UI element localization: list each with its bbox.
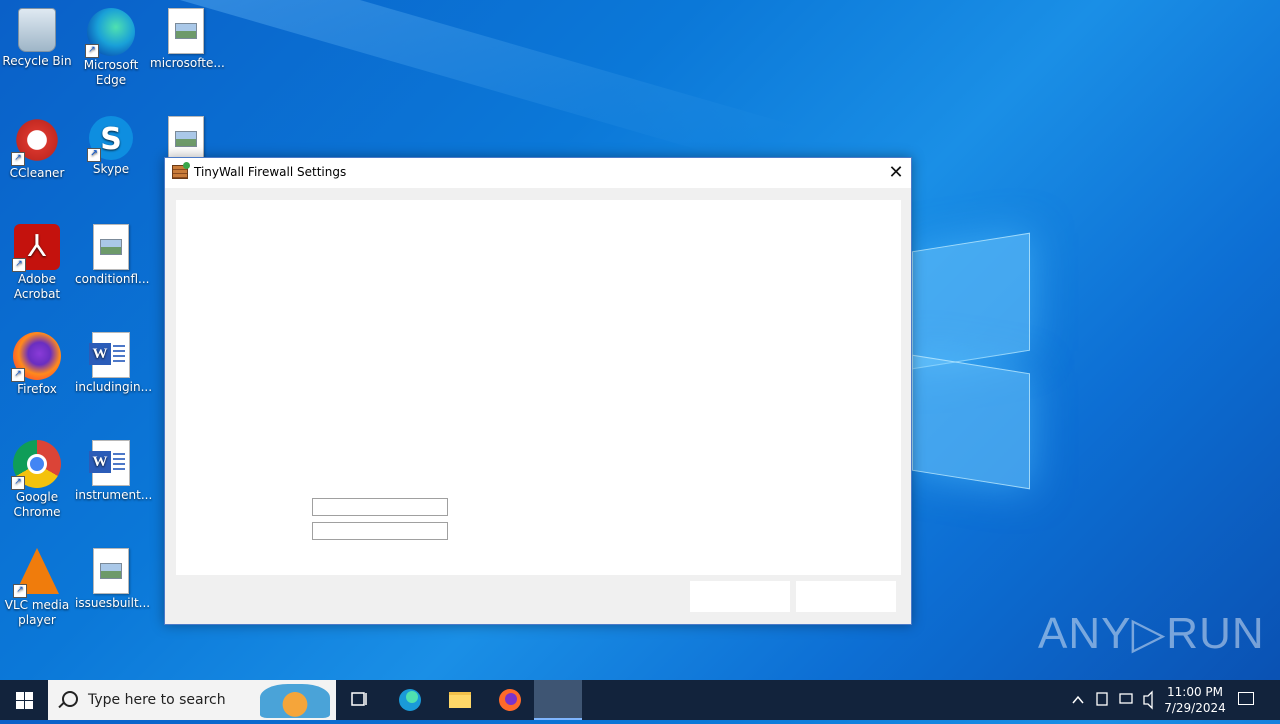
network-icon — [1119, 693, 1133, 704]
taskbar-edge-button[interactable] — [386, 680, 434, 720]
taskbar-search-box[interactable]: Type here to search — [48, 680, 336, 720]
clock-time: 11:00 PM — [1167, 685, 1223, 699]
image-file-icon — [168, 116, 204, 162]
ccleaner-icon: ↗ — [11, 116, 61, 166]
image-file-icon — [93, 548, 129, 594]
desktop-icon-label: Google Chrome — [13, 490, 61, 519]
tinywall-settings-window[interactable]: TinyWall Firewall Settings ✕ — [164, 157, 912, 625]
task-view-icon — [351, 692, 367, 706]
desktop-icon-label: CCleaner — [9, 166, 65, 180]
desktop-icon-label: Recycle Bin — [2, 54, 72, 68]
close-button[interactable]: ✕ — [881, 158, 911, 188]
desktop-icon-label: includingin... — [75, 380, 153, 394]
desktop-icon-label: Adobe Acrobat — [13, 272, 61, 301]
wallpaper-logo-pane — [912, 354, 1030, 490]
edge-icon: ↗ — [85, 8, 135, 58]
image-file-icon — [168, 8, 204, 54]
desktop-icon-skype[interactable]: S ↗ Skype — [75, 116, 147, 177]
folder-icon — [449, 692, 471, 708]
desktop-icon-recycle-bin[interactable]: Recycle Bin — [1, 8, 73, 69]
taskbar: Type here to search 11:00 PM 7/29/2024 — [0, 680, 1280, 720]
taskbar-clock[interactable]: 11:00 PM 7/29/2024 — [1160, 684, 1230, 716]
start-button[interactable] — [0, 680, 48, 720]
firefox-icon: ↗ — [11, 332, 61, 382]
desktop-icon-edge[interactable]: ↗ Microsoft Edge — [75, 8, 147, 88]
word-document-icon: W — [89, 332, 130, 378]
desktop-icon-chrome[interactable]: ↗ Google Chrome — [1, 440, 73, 520]
volume-icon — [1143, 690, 1153, 710]
image-file-icon — [93, 224, 129, 270]
chrome-icon: ↗ — [11, 440, 61, 490]
cancel-button[interactable] — [796, 581, 896, 612]
desktop-icon-word-doc[interactable]: W includingin... — [75, 332, 152, 395]
window-title: TinyWall Firewall Settings — [194, 165, 347, 179]
desktop-icon-label: Firefox — [17, 382, 57, 396]
search-highlight-image — [260, 684, 330, 718]
wallpaper-logo-pane — [912, 232, 1030, 370]
show-hidden-icons-chevron-icon — [1072, 695, 1084, 704]
settings-text-field[interactable] — [312, 522, 448, 540]
settings-content-panel — [176, 200, 901, 575]
edge-icon — [399, 689, 421, 711]
anyrun-watermark: ANY▷RUN — [1038, 609, 1265, 658]
taskbar-firefox-button[interactable] — [486, 680, 534, 720]
acrobat-icon: ⅄ ↗ — [12, 224, 60, 272]
skype-icon: S ↗ — [87, 116, 133, 162]
taskbar-active-app-button[interactable] — [534, 680, 582, 720]
desktop-icon-file[interactable]: microsofte... — [150, 8, 225, 71]
desktop-icon-label: conditionfl... — [75, 272, 150, 286]
desktop-icon-label: instrument... — [75, 488, 153, 502]
search-icon — [62, 691, 78, 707]
desktop-icon-label: issuesbuilt... — [75, 596, 151, 610]
desktop-icon-vlc[interactable]: ↗ VLC media player — [1, 548, 73, 628]
search-placeholder: Type here to search — [88, 692, 226, 708]
desktop-icon-file[interactable]: issuesbuilt... — [75, 548, 151, 611]
desktop-icon-ccleaner[interactable]: ↗ CCleaner — [1, 116, 73, 181]
windows-logo-icon — [16, 692, 24, 700]
desktop-icon-label: Skype — [92, 162, 130, 176]
clock-date: 7/29/2024 — [1164, 701, 1226, 715]
window-titlebar[interactable]: TinyWall Firewall Settings ✕ — [165, 158, 911, 188]
notification-center-icon[interactable] — [1238, 692, 1254, 705]
desktop-icon-file[interactable]: conditionfl... — [75, 224, 150, 287]
desktop-icon-word-doc[interactable]: W instrument... — [75, 440, 152, 503]
desktop-icon-label: microsofte... — [150, 56, 225, 70]
ok-button[interactable] — [690, 581, 790, 612]
task-view-button[interactable] — [336, 680, 384, 720]
desktop-icon-label: VLC media player — [4, 598, 70, 627]
system-tray — [1072, 690, 1153, 710]
recycle-bin-icon — [18, 8, 56, 52]
meet-now-icon — [1096, 692, 1108, 706]
taskbar-file-explorer-button[interactable] — [436, 680, 484, 720]
desktop-icon-label: Microsoft Edge — [83, 58, 139, 87]
tinywall-firewall-icon — [172, 162, 190, 179]
firefox-icon — [499, 689, 521, 711]
desktop-icon-acrobat[interactable]: ⅄ ↗ Adobe Acrobat — [1, 224, 73, 302]
desktop-icon-firefox[interactable]: ↗ Firefox — [1, 332, 73, 397]
word-document-icon: W — [89, 440, 130, 486]
settings-text-field[interactable] — [312, 498, 448, 516]
